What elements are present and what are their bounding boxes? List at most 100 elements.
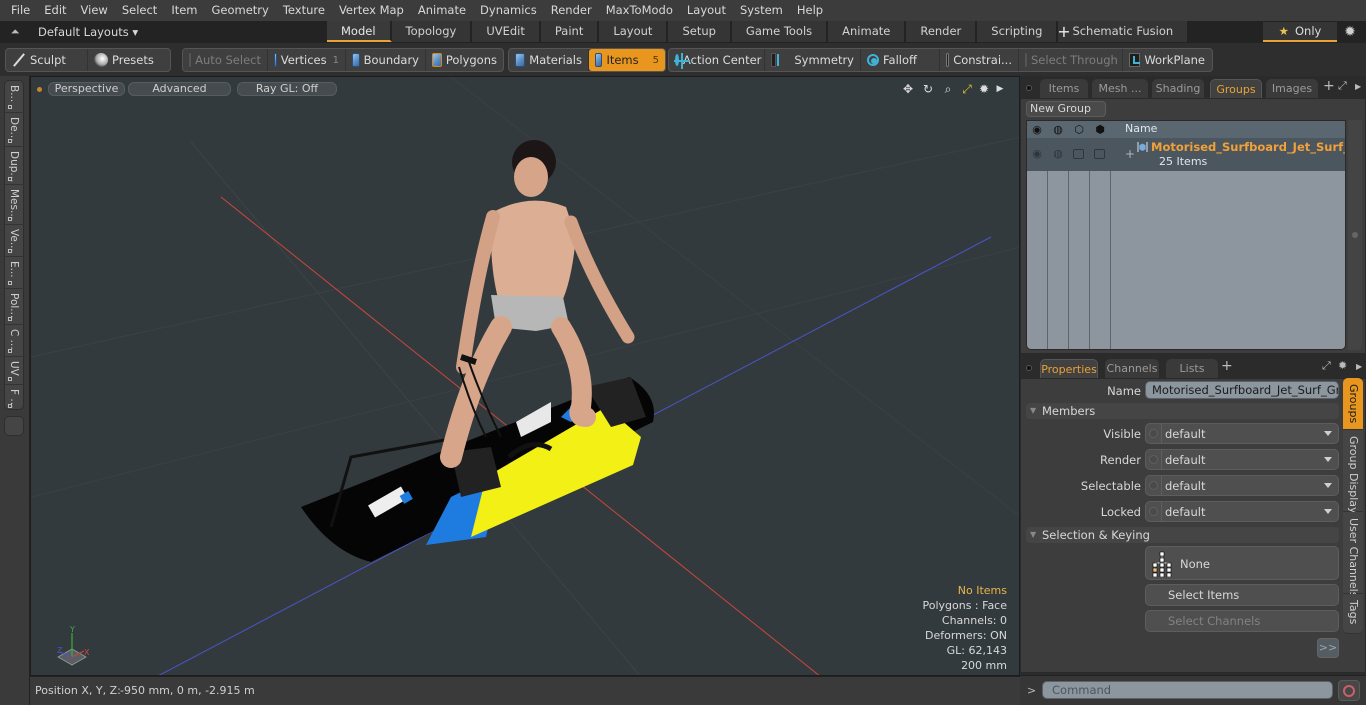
tab-animate[interactable]: Animate [828, 21, 907, 42]
workplane-button[interactable]: WorkPlane [1123, 49, 1211, 71]
left-tab-vertex[interactable]: Ve... [5, 225, 25, 257]
tab-mesh[interactable]: Mesh ... [1092, 79, 1148, 98]
name-column-header[interactable]: Name [1125, 122, 1157, 135]
left-tab-curve[interactable]: C ... [5, 325, 25, 357]
tab-layout[interactable]: Layout [599, 21, 669, 42]
left-tab-edge[interactable]: E... [5, 257, 25, 289]
select-items-button[interactable]: Select Items [1145, 584, 1339, 606]
more-button[interactable]: >> [1317, 638, 1339, 658]
selectable-cube-icon[interactable]: ⬡ [1072, 123, 1086, 136]
action-center-button[interactable]: Action Center [669, 49, 765, 71]
side-tab-tags[interactable]: Tags [1343, 594, 1363, 634]
add-tab-button[interactable]: + [1323, 78, 1335, 94]
move-view-icon[interactable]: ✥ [901, 82, 915, 96]
record-macro-button[interactable] [1338, 680, 1360, 701]
tab-scripting[interactable]: Scripting [977, 21, 1059, 42]
select-channels-button[interactable]: Select Channels [1145, 610, 1339, 632]
boundary-button[interactable]: Boundary [346, 49, 426, 71]
items-button[interactable]: Items 5 [589, 49, 665, 71]
groups-list-scrollbar[interactable] [1348, 120, 1362, 350]
left-tab-polygon[interactable]: Pol... [5, 289, 25, 325]
menu-geometry[interactable]: Geometry [205, 0, 276, 21]
left-tab-fusion[interactable]: F ... [5, 385, 25, 411]
tab-topology[interactable]: Topology [391, 21, 473, 42]
3d-viewport[interactable]: Perspective Advanced Ray GL: Off ✥ ↻ ⌕ ⤢… [30, 76, 1020, 676]
menu-animate[interactable]: Animate [411, 0, 473, 21]
falloff-button[interactable]: Falloff [861, 49, 940, 71]
presets-button[interactable]: Presets [88, 49, 170, 71]
viewport-options-dot[interactable] [37, 87, 42, 92]
materials-button[interactable]: Materials [509, 49, 589, 71]
zoom-view-icon[interactable]: ⌕ [941, 82, 955, 96]
panel-menu-dot[interactable] [1026, 365, 1032, 371]
add-layout-tab-button[interactable]: + [1056, 21, 1072, 43]
render-camera-icon[interactable]: ◍ [1051, 123, 1065, 136]
tab-properties[interactable]: Properties [1040, 359, 1098, 378]
left-tab-duplicate[interactable]: Dup... [5, 147, 25, 185]
menu-view[interactable]: View [74, 0, 115, 21]
tab-model[interactable]: Model [327, 21, 392, 42]
selectable-dropdown[interactable]: default [1145, 475, 1339, 496]
group-name[interactable]: Motorised_Surfboard_Jet_Surf_... [1151, 140, 1345, 154]
row-lock-toggle[interactable] [1094, 149, 1105, 159]
tab-shading[interactable]: Shading [1152, 79, 1204, 98]
layout-collapse-icon[interactable]: ⏶ [8, 25, 22, 39]
panel-arrow-icon[interactable]: ▶ [1356, 362, 1362, 371]
side-tab-user-channels[interactable]: User Channels [1343, 512, 1363, 597]
properties-gear-icon[interactable]: ✹ [1338, 359, 1347, 372]
rotate-view-icon[interactable]: ↻ [921, 82, 935, 96]
render-dropdown[interactable]: default [1145, 449, 1339, 470]
panel-arrow-icon[interactable]: ▶ [1355, 82, 1361, 91]
left-tab-mesh-edit[interactable]: Mes... [5, 185, 25, 225]
side-tab-groups[interactable]: Groups [1343, 378, 1363, 430]
menu-system[interactable]: System [733, 0, 790, 21]
menu-edit[interactable]: Edit [37, 0, 73, 21]
row-visibility-eye-icon[interactable]: ◉ [1030, 147, 1044, 160]
menu-texture[interactable]: Texture [276, 0, 332, 21]
only-toggle-button[interactable]: ★ Only [1263, 22, 1337, 42]
left-tab-uv[interactable]: UV [5, 357, 25, 385]
maximize-view-icon[interactable]: ⤢ [960, 82, 974, 96]
row-selectable-toggle[interactable] [1073, 149, 1084, 159]
sculpt-button[interactable]: Sculpt [6, 49, 88, 71]
left-tab-basic[interactable]: B... [5, 81, 25, 113]
menu-layout[interactable]: Layout [680, 0, 733, 21]
tab-schematic-fusion[interactable]: Schematic Fusion [1058, 21, 1190, 42]
row-render-camera-icon[interactable]: ◍ [1051, 147, 1065, 160]
tab-items[interactable]: Items [1040, 79, 1088, 98]
tab-images[interactable]: Images [1266, 79, 1318, 98]
group-row[interactable]: ◉ ◍ + Motorised_Surfboard_Jet_Surf_... 2… [1027, 138, 1345, 171]
select-through-button[interactable]: Select Through [1019, 49, 1123, 71]
viewport-gear-icon[interactable]: ✹ [977, 82, 991, 96]
visibility-eye-icon[interactable]: ◉ [1030, 123, 1044, 136]
menu-select[interactable]: Select [115, 0, 164, 21]
side-tab-group-display[interactable]: Group Display [1343, 430, 1363, 514]
menu-file[interactable]: File [4, 0, 37, 21]
tab-lists[interactable]: Lists [1166, 359, 1218, 378]
symmetry-button[interactable]: Symmetry [765, 49, 861, 71]
expand-panel-icon[interactable]: ⤢ [1322, 359, 1331, 373]
vertices-button[interactable]: Vertices 1 [268, 49, 346, 71]
tab-uvedit[interactable]: UVEdit [472, 21, 541, 42]
menu-render[interactable]: Render [544, 0, 599, 21]
menu-item[interactable]: Item [164, 0, 204, 21]
add-tab-button[interactable]: + [1221, 358, 1233, 374]
members-section-header[interactable]: Members [1026, 403, 1339, 419]
tab-groups[interactable]: Groups [1210, 79, 1262, 98]
menu-maxtomodo[interactable]: MaxToModo [599, 0, 680, 21]
perspective-button[interactable]: Perspective [48, 82, 125, 96]
group-name-field[interactable]: Motorised_Surfboard_Jet_Surf_Green [1145, 381, 1339, 399]
new-group-button[interactable]: New Group [1026, 101, 1106, 117]
gear-icon[interactable]: ✹ [1342, 24, 1358, 40]
auto-select-button[interactable]: Auto Select [183, 49, 268, 71]
menu-vertex-map[interactable]: Vertex Map [332, 0, 411, 21]
layout-select[interactable]: Default Layouts ▾ [38, 23, 138, 41]
left-tab-deform[interactable]: De... [5, 113, 25, 147]
lock-cube-icon[interactable]: ⬢ [1093, 123, 1107, 136]
tab-setup[interactable]: Setup [668, 21, 732, 42]
tab-render[interactable]: Render [906, 21, 978, 42]
selection-keying-section-header[interactable]: Selection & Keying [1026, 527, 1339, 543]
advanced-button[interactable]: Advanced [128, 82, 231, 96]
tab-paint[interactable]: Paint [540, 21, 600, 42]
viewport-expand-arrow-icon[interactable]: ▶ [993, 82, 1007, 96]
